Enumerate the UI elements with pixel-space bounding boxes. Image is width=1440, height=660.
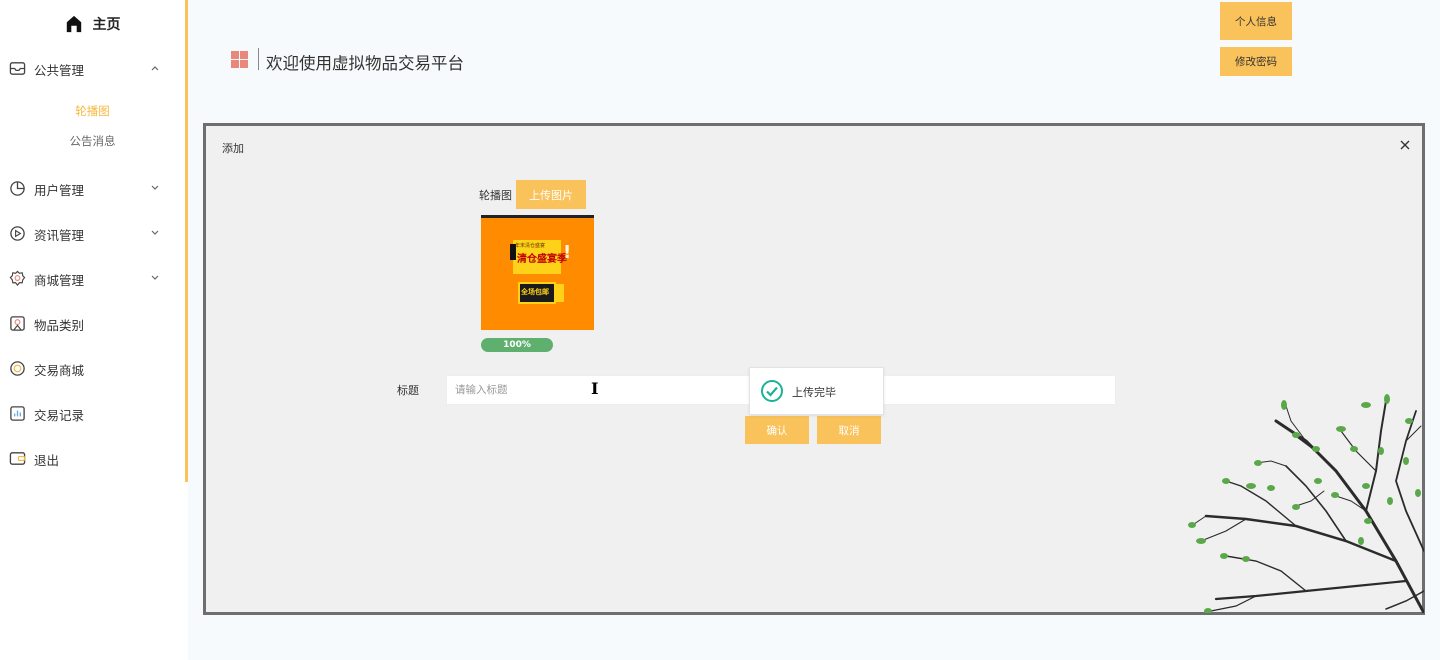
- sidebar-item-logout[interactable]: 退出: [0, 447, 185, 471]
- inbox-icon: [9, 62, 26, 75]
- sidebar-item-label: 公共管理: [34, 62, 85, 78]
- chevron-down-icon: [151, 275, 159, 280]
- sidebar-item-label: 退出: [34, 452, 60, 468]
- image-exclaim: !: [563, 242, 572, 263]
- image-top-text: 年末清仓盛宴: [515, 243, 546, 249]
- page-title: 欢迎使用虚拟物品交易平台: [266, 54, 464, 73]
- tree-illustration: [1188, 394, 1424, 613]
- category-icon: [10, 316, 25, 331]
- check-circle-icon: [761, 380, 783, 402]
- toast-message: 上传完毕: [792, 386, 836, 399]
- sidebar-item-user-management[interactable]: 用户管理: [0, 177, 185, 201]
- sidebar-item-label: 交易商城: [34, 362, 85, 378]
- sidebar-item-trade-mall[interactable]: 交易商城: [0, 357, 185, 381]
- title-label: 标题: [397, 384, 419, 397]
- uploaded-image-preview: 年末清仓盛宴 清仓盛宴季 ! 全场包邮: [481, 215, 594, 330]
- sidebar-item-mall-management[interactable]: 商城管理: [0, 267, 185, 291]
- cancel-button[interactable]: 取消: [817, 416, 881, 444]
- sidebar-item-item-category[interactable]: 物品类别: [0, 312, 185, 336]
- wallet-icon: [9, 452, 26, 465]
- upload-progress-bar: 100%: [481, 338, 553, 352]
- home-label: 主页: [92, 17, 121, 33]
- chart-icon: [10, 406, 25, 421]
- grid-icon: [231, 51, 248, 68]
- chevron-down-icon: [151, 185, 159, 190]
- sidebar-item-trade-records[interactable]: 交易记录: [0, 402, 185, 426]
- submenu-item-carousel[interactable]: 轮播图: [0, 103, 185, 119]
- text-cursor-icon: I: [591, 379, 599, 398]
- sidebar-item-label: 用户管理: [34, 182, 85, 198]
- sidebar-item-label: 交易记录: [34, 407, 85, 423]
- chevron-up-icon: [151, 66, 159, 71]
- sidebar-item-label: 资讯管理: [34, 227, 85, 243]
- sidebar-filler: [0, 482, 188, 660]
- chevron-down-icon: [151, 230, 159, 235]
- home-link[interactable]: 主页: [0, 10, 185, 38]
- sidebar-item-label: 物品类别: [34, 317, 85, 333]
- profile-button[interactable]: 个人信息: [1220, 2, 1292, 40]
- coin-icon: [10, 361, 25, 376]
- add-modal: 添加 轮播图 上传图片 年末清仓盛宴 清仓盛宴季 ! 全场包邮 100% 标题 …: [203, 123, 1425, 615]
- image-badge-text: 全场包邮: [521, 288, 549, 296]
- change-password-button[interactable]: 修改密码: [1220, 47, 1292, 76]
- upload-success-toast: 上传完毕: [749, 367, 884, 415]
- upload-image-button[interactable]: 上传图片: [516, 180, 586, 209]
- sidebar-item-news-management[interactable]: 资讯管理: [0, 222, 185, 246]
- play-circle-icon: [10, 226, 25, 241]
- pie-chart-icon: [10, 181, 25, 196]
- submenu-item-announcements[interactable]: 公告消息: [0, 133, 185, 149]
- close-icon[interactable]: [1398, 138, 1412, 152]
- confirm-button[interactable]: 确认: [745, 416, 809, 444]
- image-main-text: 清仓盛宴季: [517, 254, 567, 265]
- sidebar: 主页 公共管理 轮播图 公告消息 用户管理 资讯管理 商城管理 物品类别 交易商…: [0, 0, 188, 482]
- image-badge-side: [554, 284, 564, 302]
- modal-title: 添加: [222, 142, 244, 155]
- home-icon: [66, 15, 81, 33]
- header-divider: [258, 48, 259, 70]
- sidebar-item-public-management[interactable]: 公共管理: [0, 57, 185, 81]
- settings-icon: [9, 270, 26, 287]
- sidebar-item-label: 商城管理: [34, 272, 85, 288]
- carousel-label: 轮播图: [479, 189, 512, 202]
